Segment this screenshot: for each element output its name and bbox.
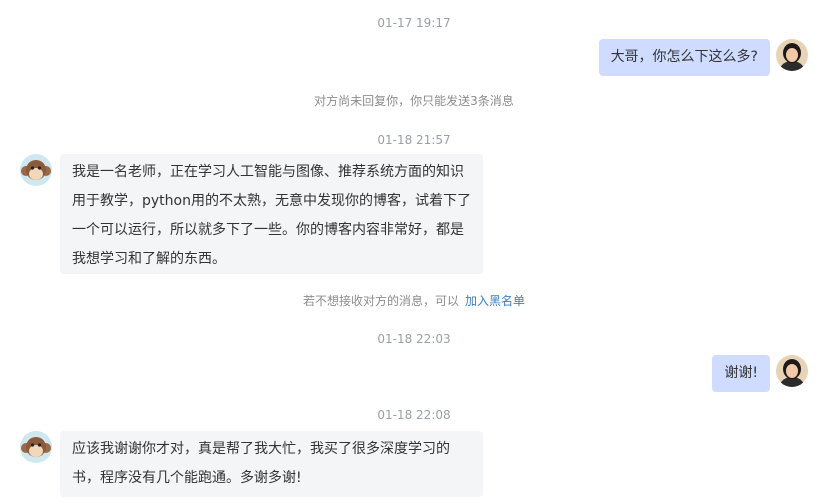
message-bubble-sent: 大哥，你怎么下这么多? bbox=[598, 39, 770, 76]
timestamp: 01-18 22:03 bbox=[377, 332, 451, 346]
my-avatar[interactable] bbox=[776, 355, 808, 387]
my-avatar[interactable] bbox=[776, 39, 808, 71]
message-text: 应该我谢谢你才对，真是帮了我大忙，我买了很多深度学习的书，程序没有几个能跑通。多… bbox=[72, 441, 450, 486]
person-avatar-icon bbox=[776, 39, 808, 71]
add-to-blacklist-link[interactable]: 加入黑名单 bbox=[465, 294, 525, 308]
timestamp: 01-18 22:08 bbox=[377, 408, 451, 422]
message-text: 谢谢! bbox=[724, 365, 758, 381]
message-bubble-received: 应该我谢谢你才对，真是帮了我大忙，我买了很多深度学习的书，程序没有几个能跑通。多… bbox=[60, 431, 483, 497]
other-avatar[interactable] bbox=[20, 431, 52, 463]
other-avatar[interactable] bbox=[20, 154, 52, 186]
blacklist-notice: 若不想接收对方的消息，可以 加入黑名单 bbox=[0, 292, 828, 309]
message-text: 大哥，你怎么下这么多? bbox=[610, 49, 758, 65]
monkey-avatar-icon bbox=[20, 431, 52, 463]
reply-limit-notice: 对方尚未回复你，你只能发送3条消息 bbox=[314, 94, 514, 108]
timestamp: 01-17 19:17 bbox=[377, 16, 451, 30]
message-text: 我是一名老师，正在学习人工智能与图像、推荐系统方面的知识用于教学，python用… bbox=[72, 164, 471, 267]
message-bubble-received: 我是一名老师，正在学习人工智能与图像、推荐系统方面的知识用于教学，python用… bbox=[60, 154, 483, 274]
message-bubble-sent: 谢谢! bbox=[712, 355, 770, 392]
blacklist-notice-text: 若不想接收对方的消息，可以 bbox=[302, 294, 459, 308]
person-avatar-icon bbox=[776, 355, 808, 387]
timestamp: 01-18 21:57 bbox=[377, 133, 451, 147]
monkey-avatar-icon bbox=[20, 154, 52, 186]
